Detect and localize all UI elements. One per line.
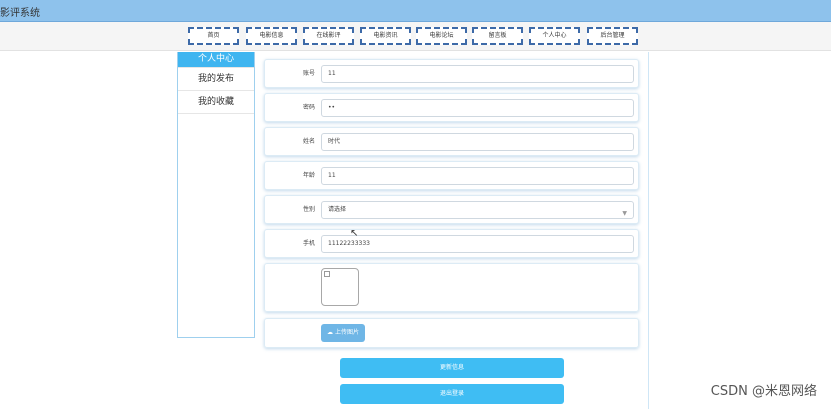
- nav-item-message-board[interactable]: 留言板: [472, 27, 523, 45]
- sidebar: 个人中心 我的发布 我的收藏: [177, 52, 255, 338]
- password-input[interactable]: ••: [321, 99, 634, 117]
- form-row-name: 姓名 时代: [264, 127, 639, 156]
- form-row-password: 密码 ••: [264, 93, 639, 122]
- form-row-age: 年龄 11: [264, 161, 639, 190]
- upload-image-button[interactable]: ☁ 上传图片: [321, 324, 365, 342]
- form-row-account: 账号 11: [264, 59, 639, 88]
- password-label: 密码: [302, 104, 315, 111]
- name-label: 姓名: [302, 138, 315, 145]
- app-title: 影评系统: [0, 8, 40, 19]
- broken-image-icon: [324, 271, 330, 277]
- update-info-button[interactable]: 更新信息: [340, 358, 564, 378]
- avatar-image: [321, 268, 359, 306]
- gender-select[interactable]: 请选择 ▼: [321, 201, 634, 219]
- sidebar-item-personal-center[interactable]: 个人中心: [178, 52, 254, 68]
- account-input[interactable]: 11: [321, 65, 634, 83]
- nav-item-movie-news[interactable]: 电影资讯: [360, 27, 411, 45]
- mouse-pointer-icon: ↖: [350, 228, 359, 239]
- form-row-phone: 手机 11122233333: [264, 229, 639, 258]
- age-label: 年龄: [302, 172, 315, 179]
- account-label: 账号: [302, 70, 315, 77]
- chevron-down-icon: ▼: [622, 210, 627, 217]
- nav-item-personal-center[interactable]: 个人中心: [529, 27, 580, 45]
- gender-label: 性别: [302, 206, 315, 213]
- name-input[interactable]: 时代: [321, 133, 634, 151]
- nav-item-online-review[interactable]: 在线影评: [303, 27, 354, 45]
- logout-button[interactable]: 退出登录: [340, 384, 564, 404]
- watermark: CSDN @米恩网络: [710, 384, 817, 399]
- phone-label: 手机: [302, 240, 315, 247]
- nav-item-admin[interactable]: 后台管理: [587, 27, 638, 45]
- upload-image-label: 上传图片: [334, 329, 359, 336]
- cloud-upload-icon: ☁: [327, 329, 334, 336]
- nav-item-home[interactable]: 首页: [188, 27, 239, 45]
- gender-select-value: 请选择: [328, 206, 347, 213]
- phone-input[interactable]: 11122233333: [321, 235, 634, 253]
- form-row-gender: 性别 请选择 ▼: [264, 195, 639, 224]
- sidebar-item-my-posts[interactable]: 我的发布: [178, 68, 254, 91]
- sidebar-item-my-favorites[interactable]: 我的收藏: [178, 91, 254, 114]
- top-bar: 影评系统: [0, 0, 831, 22]
- nav-item-movie-forum[interactable]: 电影论坛: [416, 27, 467, 45]
- upload-row: ☁ 上传图片: [264, 318, 639, 348]
- nav-item-movie-info[interactable]: 电影信息: [246, 27, 297, 45]
- age-input[interactable]: 11: [321, 167, 634, 185]
- nav-bar: 首页 电影信息 在线影评 电影资讯 电影论坛 留言板 个人中心 后台管理: [0, 22, 831, 51]
- avatar-row: [264, 263, 639, 312]
